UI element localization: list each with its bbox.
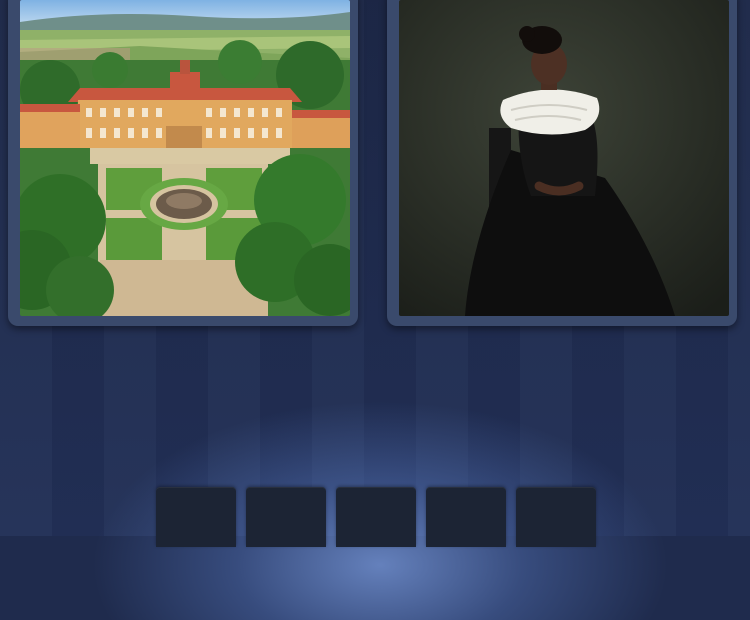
portrait-photo — [399, 0, 729, 316]
answer-slots — [156, 487, 596, 547]
chateau-garden-photo — [20, 0, 350, 316]
answer-slot-3[interactable] — [336, 487, 416, 547]
answer-slot-5[interactable] — [516, 487, 596, 547]
picture-card-1[interactable] — [8, 0, 358, 326]
answer-slot-1[interactable] — [156, 487, 236, 547]
answer-slot-2[interactable] — [246, 487, 326, 547]
picture-card-2[interactable] — [387, 0, 737, 326]
answer-slot-4[interactable] — [426, 487, 506, 547]
